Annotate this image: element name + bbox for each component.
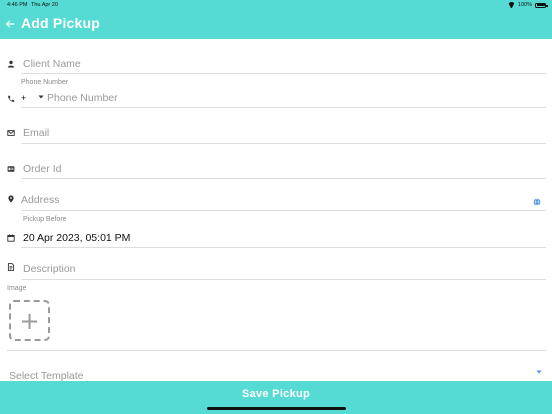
country-code-select[interactable]: + (21, 93, 26, 103)
pickup-datetime-input[interactable]: 20 Apr 2023, 05:01 PM (23, 232, 130, 244)
phone-icon (7, 95, 15, 103)
divider (21, 143, 546, 144)
status-indicators: 100% (508, 1, 548, 9)
wifi-icon (508, 2, 515, 8)
divider (7, 350, 546, 351)
add-image-button[interactable]: + (9, 300, 50, 341)
status-date: Thu Apr 20 (31, 2, 58, 8)
page-title: Add Pickup (21, 15, 101, 31)
save-pickup-label: Save Pickup (241, 388, 311, 400)
chevron-down-icon[interactable] (37, 93, 45, 101)
description-input[interactable]: Description (23, 263, 76, 275)
document-icon (7, 263, 15, 271)
envelope-icon (7, 129, 15, 137)
divider (21, 178, 546, 179)
back-arrow-icon[interactable] (5, 16, 15, 28)
client-name-input[interactable]: Client Name (23, 58, 81, 70)
divider (21, 279, 546, 280)
divider (21, 73, 546, 74)
phone-number-input[interactable]: Phone Number (47, 92, 118, 104)
home-indicator (207, 407, 346, 410)
location-pin-icon (7, 195, 15, 203)
plus-icon: + (19, 306, 40, 335)
order-id-input[interactable]: Order Id (23, 163, 62, 175)
calendar-icon (7, 234, 15, 242)
address-input[interactable]: Address (21, 194, 60, 206)
divider (21, 107, 546, 108)
status-time: 4:46 PM (7, 2, 28, 8)
app-header: 4:46 PM Thu Apr 20 100% Add Pickup (0, 0, 552, 39)
email-input[interactable]: Email (23, 127, 49, 139)
id-card-icon (7, 165, 15, 173)
battery-icon (535, 2, 548, 8)
pickup-before-label: Pickup Before (23, 216, 67, 223)
divider (21, 210, 546, 211)
divider (21, 247, 546, 248)
dropdown-arrow-icon[interactable] (535, 368, 543, 376)
image-label: Image (7, 285, 27, 292)
battery-percent: 100% (517, 2, 532, 8)
globe-icon[interactable] (533, 198, 541, 206)
person-icon (7, 60, 15, 68)
phone-label: Phone Number (21, 79, 69, 86)
